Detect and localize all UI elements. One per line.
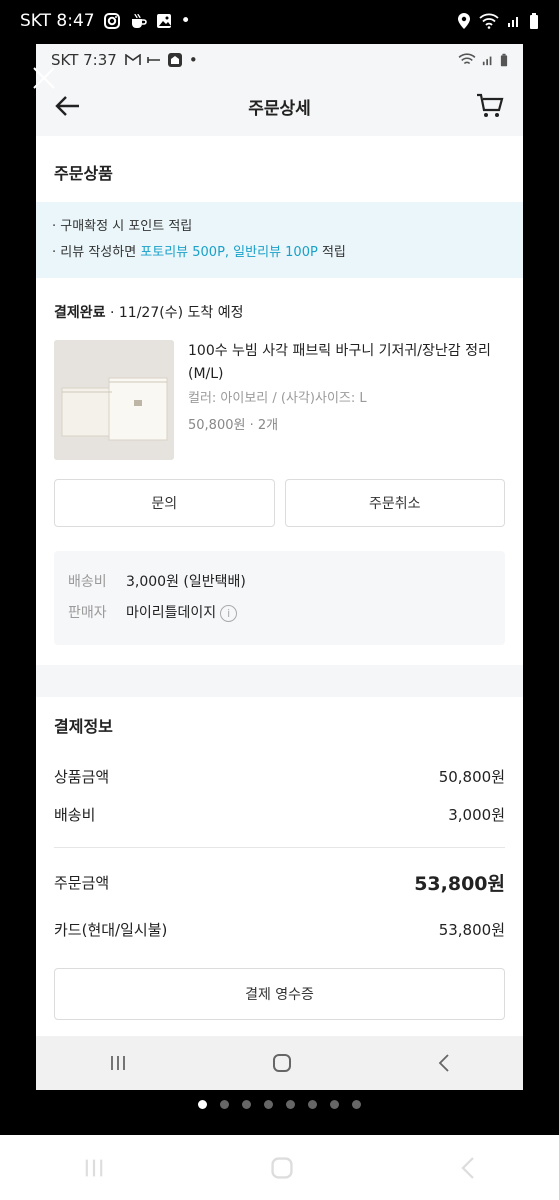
outer-status-time: SKT 8:47 xyxy=(20,11,95,31)
section-divider xyxy=(36,665,523,697)
outer-status-dot: • xyxy=(180,11,191,31)
pager-dot[interactable] xyxy=(330,1100,339,1109)
location-icon xyxy=(457,12,471,30)
inner-wifi-icon xyxy=(458,53,476,67)
point-notice: · 구매확정 시 포인트 적립 · 리뷰 작성하면 포토리뷰 500P, 일반리… xyxy=(36,202,523,278)
back-nav-icon[interactable] xyxy=(436,1053,452,1073)
seller-row: 판매자 마이리틀데이지 i xyxy=(68,598,491,629)
pager-dot[interactable] xyxy=(220,1100,229,1109)
gmail-icon xyxy=(125,54,141,66)
pager-dot[interactable] xyxy=(352,1100,361,1109)
recent-apps-icon[interactable] xyxy=(108,1053,128,1073)
payment-method-row: 카드(현대/일시불) 53,800원 xyxy=(54,920,505,939)
shipping-info-box: 배송비 3,000원 (일반택배) 판매자 마이리틀데이지 i xyxy=(54,551,505,645)
wifi-icon xyxy=(479,13,499,29)
total-amount: 53,800원 xyxy=(414,872,505,895)
product-info: 100수 누빔 사각 패브릭 바구니 기저귀/장난감 정리 (M/L) 컬러: … xyxy=(188,340,505,465)
pager-dot[interactable] xyxy=(286,1100,295,1109)
back-arrow-icon[interactable] xyxy=(54,94,82,118)
image-pager xyxy=(0,1100,559,1109)
inner-screenshot: SKT 7:37 • 주문상세 주문상품 · 구매확정 시 포인트 적립 · 리… xyxy=(36,44,523,1090)
notice-line-1: · 구매확정 시 포인트 적립 xyxy=(52,219,193,234)
order-products-section: 주문상품 · 구매확정 시 포인트 적립 · 리뷰 작성하면 포토리뷰 500P… xyxy=(36,136,523,697)
order-status: 결제완료 · 11/27(수) 도착 예정 xyxy=(54,305,244,321)
section-title-products: 주문상품 xyxy=(54,164,113,183)
page-title: 주문상세 xyxy=(248,98,311,119)
pager-dot[interactable] xyxy=(242,1100,251,1109)
pager-dot[interactable] xyxy=(198,1100,207,1109)
instagram-icon xyxy=(103,12,121,30)
close-icon[interactable] xyxy=(30,64,58,92)
payment-row-product: 상품금액 50,800원 xyxy=(54,767,505,786)
inner-battery-icon xyxy=(500,53,508,67)
outer-nav-bar xyxy=(0,1135,559,1200)
section-title-payment: 결제정보 xyxy=(54,717,113,736)
inner-status-time: SKT 7:37 xyxy=(51,51,117,69)
outer-recent-apps-icon[interactable] xyxy=(82,1156,106,1180)
outer-status-bar: SKT 8:47 • xyxy=(0,0,559,42)
product-item[interactable]: 100수 누빔 사각 패브릭 바구니 기저귀/장난감 정리 (M/L) 컬러: … xyxy=(54,340,505,465)
payment-divider xyxy=(54,847,505,848)
cancel-order-button[interactable]: 주문취소 xyxy=(284,479,505,527)
home-icon[interactable] xyxy=(271,1052,293,1074)
gallery-icon xyxy=(155,12,173,30)
payment-section: 결제정보 상품금액 50,800원 배송비 3,000원 주문금액 53,800원 카… xyxy=(36,697,523,1020)
inquiry-button[interactable]: 문의 xyxy=(54,479,275,527)
app-bar: 주문상세 xyxy=(36,76,523,136)
signal-icon xyxy=(507,14,521,28)
minus-icon xyxy=(147,55,161,65)
coffee-icon xyxy=(129,12,147,30)
pager-dot[interactable] xyxy=(264,1100,273,1109)
product-thumbnail[interactable] xyxy=(54,340,174,460)
inner-status-bar: SKT 7:37 • xyxy=(36,44,523,76)
shipping-fee-row: 배송비 3,000원 (일반택배) xyxy=(68,574,246,590)
outer-home-icon[interactable] xyxy=(269,1155,295,1181)
inner-status-dot: • xyxy=(188,51,198,69)
product-price-qty: 50,800원 · 2개 xyxy=(188,418,279,433)
outer-back-icon[interactable] xyxy=(458,1155,478,1181)
notice-line-2: · 리뷰 작성하면 포토리뷰 500P, 일반리뷰 100P 적립 xyxy=(52,245,346,260)
home-app-icon xyxy=(167,52,183,68)
review-points-highlight: 포토리뷰 500P, 일반리뷰 100P xyxy=(140,245,318,260)
inner-signal-icon xyxy=(482,54,494,66)
inner-nav-bar xyxy=(36,1036,523,1090)
payment-total-row: 주문금액 53,800원 xyxy=(54,864,505,900)
seller-name[interactable]: 마이리틀데이지 xyxy=(126,605,216,621)
product-option: 컬러: 아이보리 / (사각)사이즈: L xyxy=(188,391,367,406)
order-action-buttons: 문의 주문취소 xyxy=(54,479,505,527)
info-icon[interactable]: i xyxy=(220,604,238,622)
battery-icon xyxy=(529,12,539,30)
product-name: 100수 누빔 사각 패브릭 바구니 기저귀/장난감 정리 (M/L) xyxy=(188,343,491,382)
cart-icon[interactable] xyxy=(475,92,505,120)
payment-row-shipping: 배송비 3,000원 xyxy=(54,805,505,824)
pager-dot[interactable] xyxy=(308,1100,317,1109)
receipt-button[interactable]: 결제 영수증 xyxy=(54,968,505,1020)
